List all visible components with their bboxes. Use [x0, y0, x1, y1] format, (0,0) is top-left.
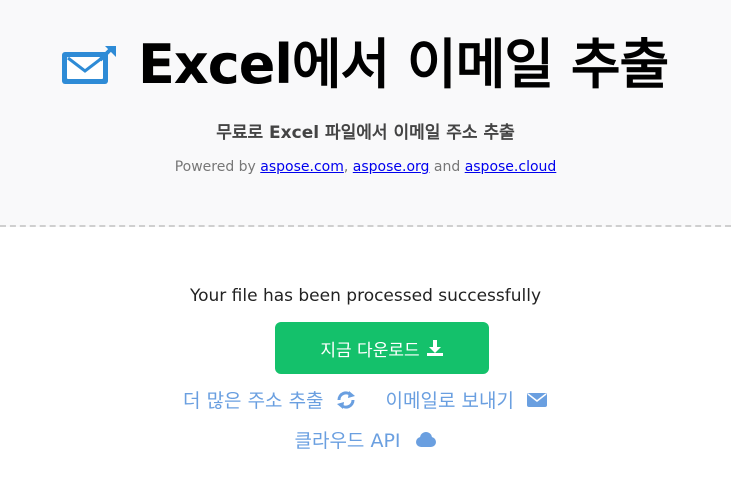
envelope-icon — [526, 392, 547, 407]
powered-by-prefix: Powered by — [174, 159, 261, 175]
action-links: 더 많은 주소 추출 이메일로 보내기 — [0, 386, 731, 413]
aspose-com-link[interactable]: aspose.com — [260, 159, 344, 175]
api-links: 클라우드 API — [0, 426, 731, 453]
status-message: Your file has been processed successfull… — [189, 286, 542, 306]
refresh-icon — [336, 390, 355, 409]
page-title: Excel에서 이메일 추출 — [138, 33, 669, 96]
download-icon — [426, 340, 443, 356]
title-row: Excel에서 이메일 추출 — [0, 28, 731, 108]
aspose-org-link[interactable]: aspose.org — [353, 159, 430, 175]
powered-by-and: and — [429, 159, 465, 175]
page-subtitle: 무료로 Excel 파일에서 이메일 주소 추출 — [216, 123, 515, 143]
cloud-api-label: 클라우드 API — [294, 430, 401, 452]
download-button-label: 지금 다운로드 — [320, 340, 420, 361]
download-button[interactable]: 지금 다운로드 — [275, 322, 489, 374]
send-email-label: 이메일로 보내기 — [385, 390, 514, 412]
powered-by: Powered by aspose.com, aspose.org and as… — [0, 159, 731, 175]
powered-by-separator: , — [343, 159, 353, 175]
aspose-cloud-link[interactable]: aspose.cloud — [465, 159, 557, 175]
cloud-icon — [415, 431, 436, 447]
page-header: Excel에서 이메일 추출 무료로 Excel 파일에서 이메일 주소 추출 … — [0, 0, 731, 227]
extract-more-link[interactable]: 더 많은 주소 추출 — [183, 386, 355, 413]
email-extract-app-icon — [62, 46, 116, 84]
send-email-link[interactable]: 이메일로 보내기 — [386, 386, 548, 413]
cloud-api-link[interactable]: 클라우드 API — [294, 426, 436, 453]
extract-more-label: 더 많은 주소 추출 — [183, 390, 324, 412]
